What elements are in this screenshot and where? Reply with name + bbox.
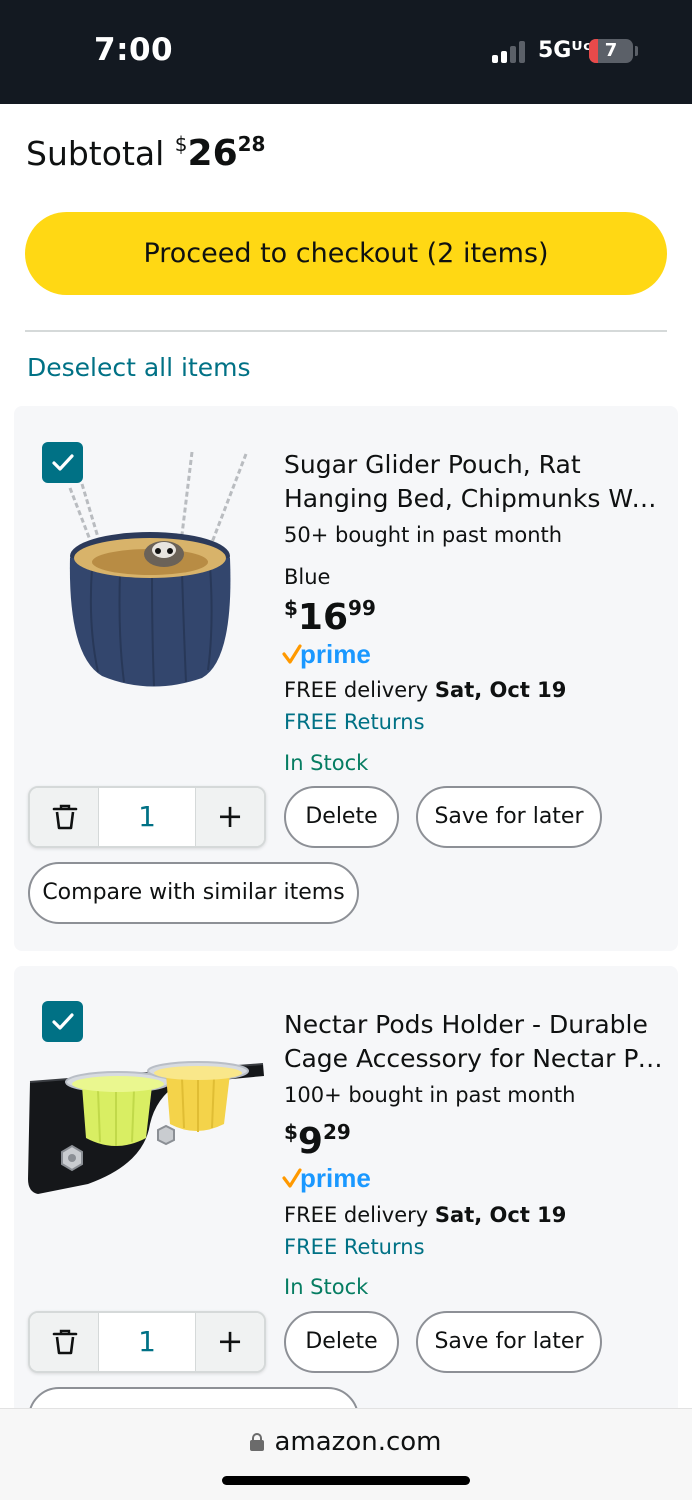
- product-image-hanging-pouch: [68, 451, 248, 687]
- signal-icon: [492, 41, 528, 63]
- free-returns-link[interactable]: FREE Returns: [284, 710, 425, 734]
- checkmark-icon: [52, 1013, 74, 1030]
- subtotal: Subtotal $2628: [26, 132, 265, 174]
- product-image-nectar-holder: [28, 1061, 264, 1194]
- prime-word: prime: [300, 640, 371, 669]
- proceed-to-checkout-button[interactable]: Proceed to checkout (2 items): [25, 212, 667, 295]
- delivery-date: Sat, Oct 19: [434, 1203, 567, 1227]
- status-time: 7:00: [94, 32, 174, 68]
- status-bar: 7:00 5Gᵁᶜ 7: [0, 0, 692, 104]
- increase-quantity-button[interactable]: +: [195, 788, 264, 846]
- battery-cap: [635, 46, 638, 56]
- trash-icon: [52, 1329, 78, 1355]
- item-title-line-2: Hanging Bed, Chipmunks Wa…: [284, 484, 664, 513]
- subtotal-label: Subtotal: [26, 134, 165, 173]
- price-fraction: 99: [348, 596, 376, 620]
- delivery-prefix: FREE delivery: [284, 1203, 429, 1227]
- delete-button[interactable]: Delete: [284, 786, 399, 848]
- item-price: $929: [284, 1120, 351, 1162]
- network-type: 5Gᵁᶜ: [538, 38, 592, 63]
- item-checkbox[interactable]: [42, 1001, 83, 1042]
- delete-button[interactable]: Delete: [284, 1311, 399, 1373]
- cart-item: Sugar Glider Pouch, Rat Hanging Bed, Chi…: [14, 406, 678, 951]
- divider: [25, 330, 667, 332]
- save-for-later-button[interactable]: Save for later: [416, 1311, 602, 1373]
- item-title-line-1: Nectar Pods Holder - Durable: [284, 1010, 648, 1039]
- price-whole: 9: [297, 1121, 323, 1162]
- delivery-date: Sat, Oct 19: [434, 678, 567, 702]
- url-text: amazon.com: [274, 1427, 442, 1457]
- price-currency: $: [284, 596, 298, 620]
- increase-quantity-button[interactable]: +: [195, 1313, 264, 1371]
- home-indicator[interactable]: [222, 1476, 470, 1485]
- subtotal-currency: $: [174, 132, 188, 156]
- variant-color: Blue: [284, 565, 331, 589]
- delivery-prefix: FREE delivery: [284, 678, 429, 702]
- item-title[interactable]: Sugar Glider Pouch, Rat Hanging Bed, Chi…: [284, 448, 664, 516]
- quantity-stepper: 1 +: [28, 1311, 266, 1373]
- delivery-info: FREE delivery Sat, Oct 19: [284, 678, 566, 702]
- quantity-value[interactable]: 1: [99, 1313, 195, 1371]
- prime-word: prime: [300, 1164, 371, 1193]
- deselect-all-link[interactable]: Deselect all items: [27, 353, 251, 382]
- battery-percent: 7: [604, 40, 618, 61]
- delivery-info: FREE delivery Sat, Oct 19: [284, 1203, 566, 1227]
- browser-address-bar[interactable]: amazon.com: [0, 1408, 692, 1500]
- stock-status: In Stock: [284, 1275, 369, 1299]
- subtotal-whole: 26: [187, 133, 238, 174]
- price-whole: 16: [297, 597, 349, 638]
- url-display[interactable]: amazon.com: [0, 1427, 692, 1457]
- quantity-stepper: 1 +: [28, 786, 266, 848]
- bought-count: 50+ bought in past month: [284, 523, 563, 547]
- free-returns-link[interactable]: FREE Returns: [284, 1235, 425, 1259]
- quantity-value[interactable]: 1: [99, 788, 195, 846]
- item-title-line-2: Cage Accessory for Nectar Po…: [284, 1044, 664, 1073]
- item-price: $1699: [284, 596, 376, 638]
- trash-icon: [52, 804, 78, 830]
- price-fraction: 29: [322, 1120, 351, 1144]
- prime-badge-icon: prime: [282, 640, 371, 669]
- battery-icon: 7: [589, 39, 633, 63]
- prime-badge-icon: prime: [282, 1164, 371, 1193]
- compare-similar-items-button[interactable]: Compare with similar items: [28, 862, 359, 924]
- trash-button[interactable]: [30, 1313, 99, 1371]
- stock-status: In Stock: [284, 751, 369, 775]
- lock-icon: [250, 1433, 265, 1451]
- item-title-line-1: Sugar Glider Pouch, Rat: [284, 450, 581, 479]
- bought-count: 100+ bought in past month: [284, 1083, 576, 1107]
- item-title[interactable]: Nectar Pods Holder - Durable Cage Access…: [284, 1008, 664, 1076]
- save-for-later-button[interactable]: Save for later: [416, 786, 602, 848]
- trash-button[interactable]: [30, 788, 99, 846]
- subtotal-fraction: 28: [237, 132, 266, 156]
- cart-item: Nectar Pods Holder - Durable Cage Access…: [14, 966, 678, 1449]
- price-currency: $: [284, 1120, 298, 1144]
